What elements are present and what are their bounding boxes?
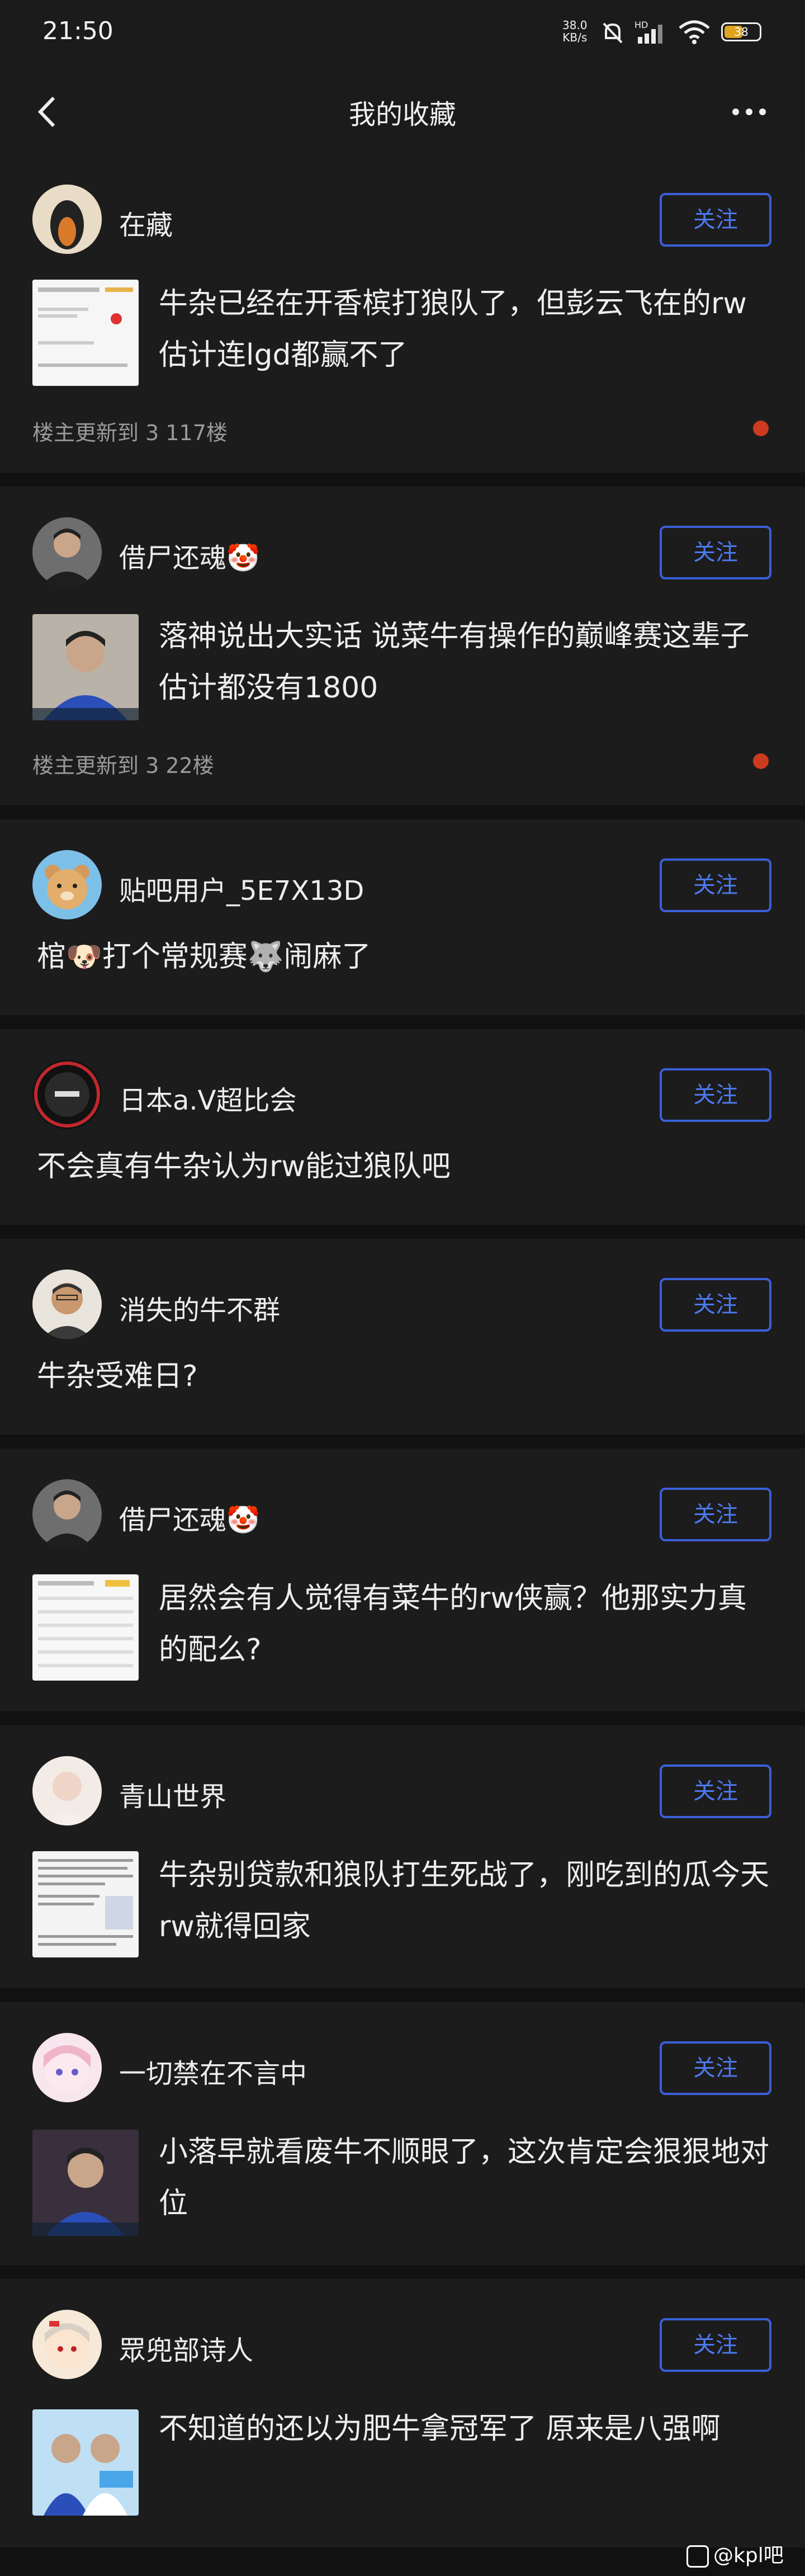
post-text[interactable]: 棺🐶打个常规赛🐺闹麻了 — [37, 931, 775, 983]
post-text[interactable]: 牛杂别贷款和狼队打生死战了，刚吃到的瓜今天rw就得回家 — [159, 1850, 774, 1952]
status-bar: 21:50 38.0 KB/s HD 38 — [0, 0, 805, 70]
cartoon-avatar-icon — [32, 2310, 102, 2379]
mute-bell-icon — [603, 22, 623, 44]
favorite-post[interactable]: 消失的牛不群 关注 牛杂受难日? — [0, 1239, 805, 1435]
bear-avatar-icon — [32, 850, 102, 919]
soft-avatar-icon — [32, 1756, 102, 1825]
post-thumbnail[interactable] — [32, 1574, 139, 1681]
follow-button[interactable]: 关注 — [660, 2041, 771, 2095]
signal-icon: HD — [634, 20, 662, 44]
watermark-text: @kpl吧 — [713, 2544, 784, 2567]
username[interactable]: 日本a.V超比会 — [119, 1078, 297, 1117]
more-options-icon[interactable] — [727, 92, 771, 131]
follow-button[interactable]: 关注 — [660, 2318, 771, 2372]
avatar[interactable] — [32, 2033, 102, 2102]
speed-unit: KB/s — [562, 31, 588, 44]
battery-icon: 38 — [721, 22, 761, 41]
follow-button[interactable]: 关注 — [660, 193, 771, 247]
man-avatar-icon — [32, 1270, 102, 1339]
username[interactable]: 一切禁在不言中 — [119, 2051, 307, 2091]
favorite-post[interactable]: 日本a.V超比会 关注 不会真有牛杂认为rw能过狼队吧 — [0, 1029, 805, 1225]
username[interactable]: 青山世界 — [119, 1775, 226, 1814]
avatar[interactable] — [32, 1060, 102, 1129]
favorite-post[interactable]: 青山世界 关注 牛杂别贷款和狼队打生死战了，刚吃到的瓜今天rw就得回家 — [0, 1725, 805, 1988]
penguin-avatar-icon — [32, 185, 102, 254]
avatar[interactable] — [32, 1270, 102, 1339]
page-title: 我的收藏 — [348, 99, 456, 130]
watermark: @kpl吧 — [686, 2539, 784, 2568]
update-info: 楼主更新到 3 117楼 — [32, 421, 228, 445]
unread-dot — [753, 753, 769, 769]
network-speed: 38.0 KB/s — [562, 19, 588, 44]
post-thumbnail[interactable] — [32, 2409, 139, 2516]
post-text[interactable]: 居然会有人觉得有菜牛的rw侠赢？他那实力真的配么? — [159, 1573, 774, 1676]
post-text[interactable]: 小落早就看废牛不顺眼了，这次肯定会狠狠地对位 — [159, 2126, 774, 2229]
poster-thumbnail-icon — [32, 2409, 139, 2516]
follow-button[interactable]: 关注 — [660, 1764, 771, 1818]
svg-text:HD: HD — [634, 20, 648, 30]
favorite-post[interactable]: 借尸还魂🤡 关注 落神说出大实话 说菜牛有操作的巅峰赛这辈子估计都没有1800 … — [0, 487, 805, 805]
anime-girl-avatar-icon — [32, 2033, 102, 2102]
player-photo-thumbnail-icon — [32, 2130, 139, 2236]
unread-dot — [753, 421, 769, 436]
post-thumbnail[interactable] — [32, 1851, 139, 1957]
avatar[interactable] — [32, 517, 102, 587]
favorite-post[interactable]: 在藏 关注 牛杂已经在开香槟打狼队了，但彭云飞在的rw估计连lgd都赢不了 楼主… — [0, 154, 805, 473]
ranking-table-thumbnail-icon — [32, 1574, 139, 1681]
follow-button[interactable]: 关注 — [660, 858, 771, 912]
favorite-post[interactable]: 一切禁在不言中 关注 小落早就看废牛不顺眼了，这次肯定会狠狠地对位 — [0, 2002, 805, 2265]
speed-value: 38.0 — [562, 18, 588, 32]
text-screenshot-thumbnail-icon — [32, 1851, 139, 1957]
status-time: 21:50 — [42, 17, 113, 45]
post-text[interactable]: 牛杂受难日? — [37, 1351, 775, 1402]
tieba-logo-icon — [686, 2545, 709, 2568]
username[interactable]: 消失的牛不群 — [119, 1288, 280, 1327]
favorite-post[interactable]: 借尸还魂🤡 关注 居然会有人觉得有菜牛的rw侠赢？他那实力真的配么? — [0, 1449, 805, 1711]
username[interactable]: 借尸还魂🤡 — [119, 536, 260, 575]
avatar[interactable] — [32, 185, 102, 254]
person-avatar-icon — [32, 517, 102, 587]
nav-bar: 我的收藏 — [0, 70, 805, 154]
post-text[interactable]: 不知道的还以为肥牛拿冠军了 原来是八强啊 — [159, 2403, 774, 2455]
post-thumbnail[interactable] — [32, 280, 139, 386]
favorite-post[interactable]: 贴吧用户_5E7X13D 关注 棺🐶打个常规赛🐺闹麻了 — [0, 819, 805, 1015]
screenshot-thumbnail-icon — [32, 280, 139, 386]
username[interactable]: 眾兜部诗人 — [119, 2328, 253, 2367]
username[interactable]: 借尸还魂🤡 — [119, 1498, 260, 1537]
wifi-icon — [679, 20, 710, 44]
battery-level: 38 — [734, 25, 749, 39]
update-info: 楼主更新到 3 22楼 — [32, 753, 214, 778]
avatar[interactable] — [32, 1756, 102, 1825]
player-photo-thumbnail-icon — [32, 614, 139, 720]
username[interactable]: 贴吧用户_5E7X13D — [119, 869, 364, 908]
avatar[interactable] — [32, 850, 102, 919]
favorite-post[interactable]: 眾兜部诗人 关注 不知道的还以为肥牛拿冠军了 原来是八强啊 — [0, 2279, 805, 2547]
username[interactable]: 在藏 — [119, 203, 173, 242]
avatar[interactable] — [32, 2310, 102, 2379]
avatar[interactable] — [32, 1479, 102, 1549]
post-thumbnail[interactable] — [32, 2130, 139, 2236]
post-text[interactable]: 落神说出大实话 说菜牛有操作的巅峰赛这辈子估计都没有1800 — [159, 611, 774, 714]
follow-button[interactable]: 关注 — [660, 526, 771, 579]
follow-button[interactable]: 关注 — [660, 1278, 771, 1332]
post-text[interactable]: 不会真有牛杂认为rw能过狼队吧 — [37, 1141, 775, 1192]
follow-button[interactable]: 关注 — [660, 1488, 771, 1541]
post-text[interactable]: 牛杂已经在开香槟打狼队了，但彭云飞在的rw估计连lgd都赢不了 — [159, 278, 774, 381]
follow-button[interactable]: 关注 — [660, 1068, 771, 1122]
person-avatar-icon — [32, 1479, 102, 1549]
logo-avatar-icon — [32, 1060, 102, 1129]
post-thumbnail[interactable] — [32, 614, 139, 720]
